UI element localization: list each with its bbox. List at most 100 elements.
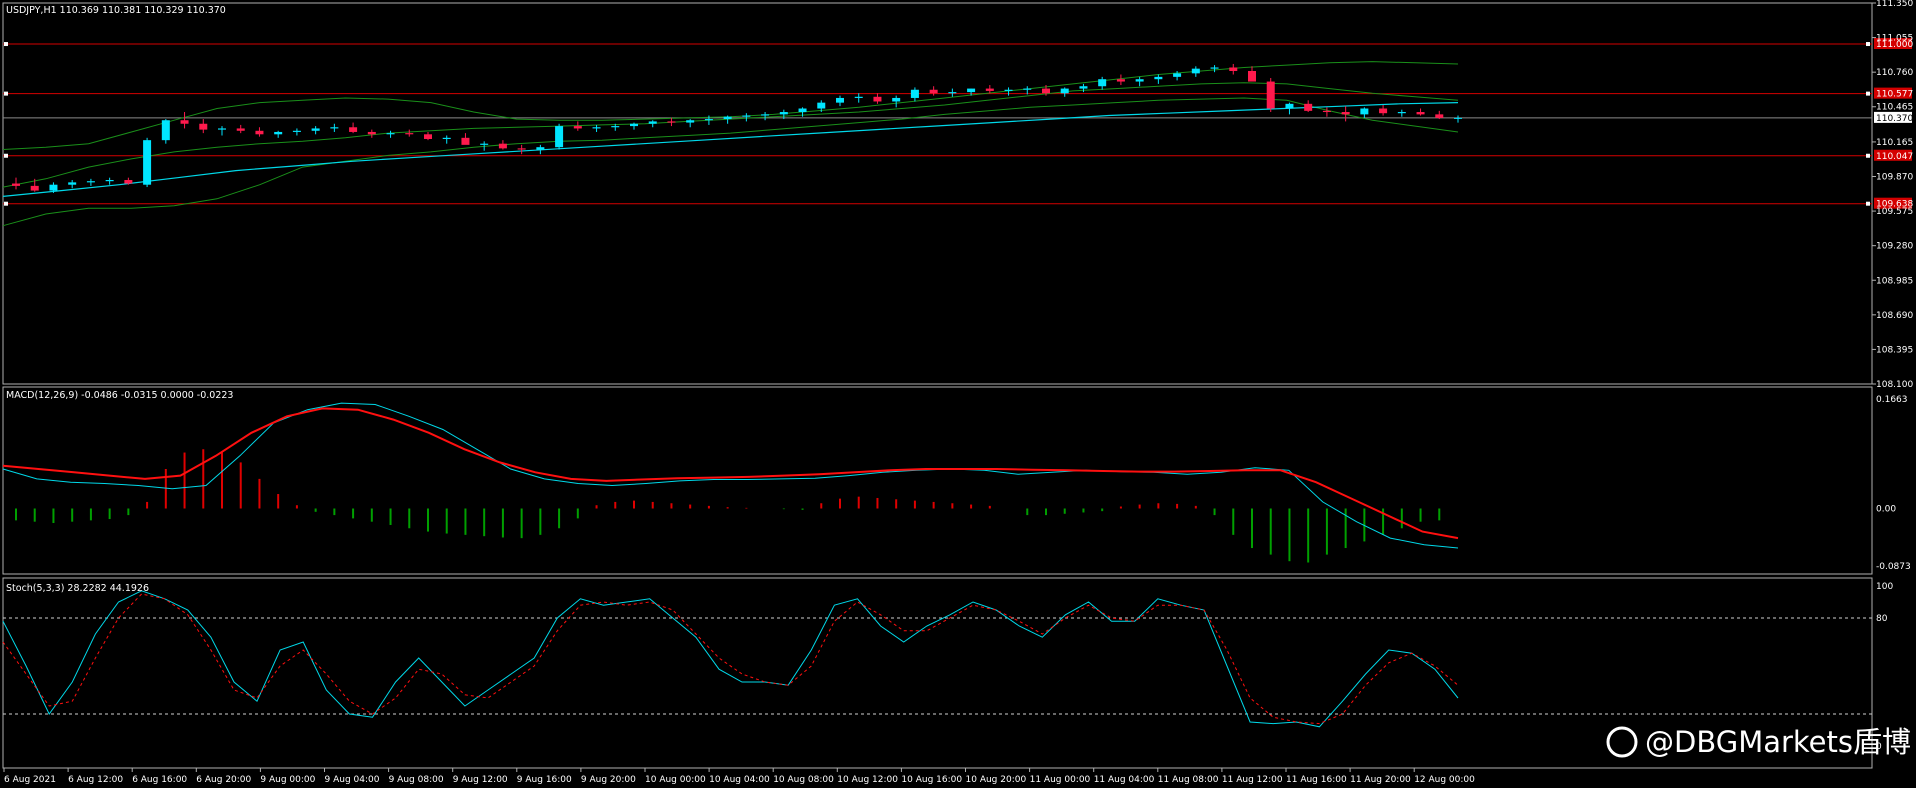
level-handle-left — [4, 201, 8, 206]
candle-body — [105, 180, 114, 182]
candle-body — [1285, 103, 1294, 109]
candle — [929, 86, 938, 96]
candle-body — [630, 123, 638, 127]
x-tick-label: 11 Aug 12:00 — [1222, 775, 1283, 785]
stoch-label: Stoch(5,3,3) 28.2282 44.1926 — [6, 583, 149, 594]
x-tick-label: 9 Aug 12:00 — [453, 775, 508, 785]
x-tick-label: 10 Aug 08:00 — [773, 775, 834, 785]
y-tick-label: 111.055 — [1876, 34, 1913, 44]
candle — [1285, 102, 1294, 115]
candle — [1266, 78, 1275, 113]
candle-body — [255, 130, 264, 135]
x-tick-label: 10 Aug 00:00 — [645, 775, 706, 785]
level-handle-right — [1866, 153, 1870, 158]
candle-body — [1248, 70, 1256, 82]
candle — [236, 124, 245, 134]
candle — [12, 177, 20, 190]
candle — [536, 144, 545, 155]
candle — [592, 124, 601, 132]
candle — [1379, 104, 1388, 116]
candle-body — [555, 126, 564, 148]
candle — [1397, 109, 1406, 117]
level-handle-left — [4, 91, 8, 96]
candle — [873, 93, 882, 104]
panel-frame — [2, 386, 1873, 575]
candle-body — [592, 127, 601, 129]
candle-body — [461, 137, 470, 145]
candle — [761, 112, 770, 121]
candle-body — [817, 102, 826, 109]
y-tick-label: 110.760 — [1876, 68, 1913, 78]
stochastic-indicator — [2, 590, 1872, 728]
x-tick-label: 9 Aug 16:00 — [517, 775, 572, 785]
candle-body — [611, 126, 620, 128]
candle — [161, 119, 170, 144]
candle-body — [1060, 88, 1069, 94]
candle-body — [854, 96, 863, 98]
candlestick-series[interactable] — [12, 63, 1462, 193]
macd-tick-label: 0.1663 — [1876, 395, 1908, 405]
candle — [461, 133, 470, 145]
candle-body — [1229, 67, 1238, 71]
macd-indicator — [2, 402, 1459, 563]
horizontal-levels[interactable]: 111.000110.577110.047109.638110.370 — [3, 38, 1913, 210]
x-tick-label: 12 Aug 00:00 — [1414, 775, 1475, 785]
y-tick-label: 109.280 — [1876, 242, 1913, 252]
candle — [1435, 110, 1444, 120]
candle — [517, 144, 526, 155]
candle-body — [1154, 76, 1163, 80]
candle-body — [873, 96, 882, 102]
candle — [667, 117, 676, 127]
candle-body — [779, 112, 788, 115]
panel-frame — [2, 577, 1873, 769]
candle-body — [180, 120, 189, 124]
x-tick-label: 11 Aug 20:00 — [1350, 775, 1411, 785]
candle — [742, 113, 751, 122]
y-tick-label: 108.100 — [1876, 380, 1913, 390]
candle-body — [1079, 86, 1088, 89]
watermark: @DBGMarkets盾博 — [1606, 725, 1911, 759]
chart-canvas[interactable]: 111.000110.577110.047109.638110.370 111.… — [0, 0, 1916, 788]
level-label: 110.047 — [1876, 152, 1913, 162]
candle — [555, 123, 564, 150]
watermark-text: @DBGMarkets盾博 — [1645, 725, 1911, 759]
candle — [386, 130, 395, 138]
candle-body — [1042, 88, 1050, 94]
y-tick-label: 110.165 — [1876, 138, 1913, 148]
candle-body — [1135, 79, 1144, 82]
candle — [274, 130, 283, 138]
candle-body — [1023, 88, 1032, 90]
candle — [255, 127, 264, 137]
candle — [1248, 66, 1256, 82]
candle-body — [1266, 81, 1275, 109]
candle — [910, 87, 919, 102]
stoch-tick-label: 80 — [1876, 614, 1888, 624]
candle-body — [836, 97, 844, 103]
x-tick-label: 6 Aug 12:00 — [68, 775, 123, 785]
x-tick-label: 10 Aug 20:00 — [966, 775, 1027, 785]
candle — [1304, 100, 1313, 113]
candle-body — [1435, 114, 1444, 118]
candle-body — [311, 128, 320, 131]
candle-body — [1004, 89, 1013, 91]
candle-body — [442, 137, 451, 139]
candle-body — [292, 130, 301, 132]
x-tick-label: 9 Aug 00:00 — [260, 775, 315, 785]
candle-body — [704, 119, 713, 121]
candle-body — [274, 131, 283, 135]
candle — [349, 122, 358, 134]
candle — [143, 137, 152, 188]
candle-body — [1210, 67, 1219, 69]
candle-body — [1360, 108, 1369, 115]
candle-body — [742, 115, 751, 117]
x-tick-label: 6 Aug 2021 — [4, 775, 56, 785]
stoch-d-line — [2, 593, 1459, 725]
candle-body — [498, 143, 507, 149]
candle — [367, 129, 376, 138]
candle-body — [1304, 103, 1313, 111]
level-handle-left — [4, 153, 8, 158]
candle-body — [218, 128, 226, 130]
candle-body — [967, 88, 976, 93]
candle-body — [892, 97, 901, 102]
candle-body — [723, 116, 732, 120]
